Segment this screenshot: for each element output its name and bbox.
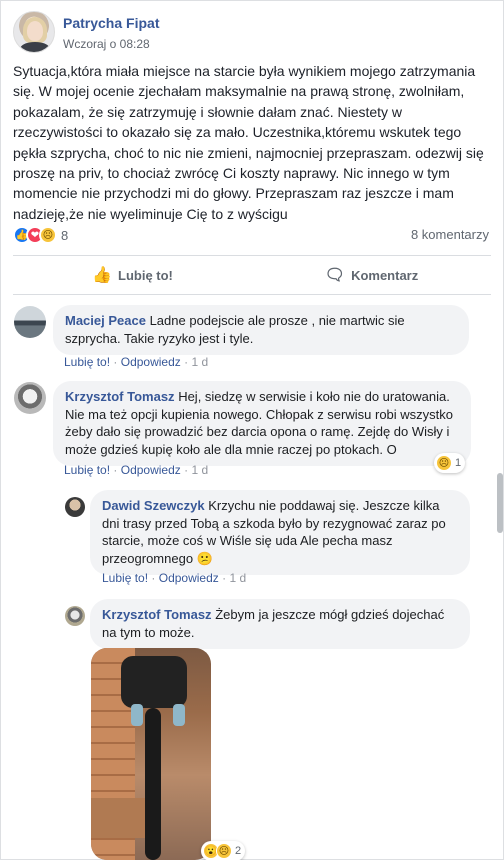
replier-avatar[interactable]	[65, 606, 85, 626]
commenter-name[interactable]: Maciej Peace	[65, 313, 146, 328]
photo-handlebar-bag	[121, 656, 187, 708]
comments-count-link[interactable]: 8 komentarzy	[411, 227, 489, 242]
comment-reactions[interactable]: ☹ 1	[434, 453, 466, 473]
scrollbar[interactable]	[497, 301, 503, 860]
reply-reactions[interactable]: 😮 ☹ 2	[201, 841, 246, 860]
photo-tire	[145, 708, 161, 860]
reply-like-link[interactable]: Lubię to!	[102, 571, 148, 585]
comment-button[interactable]: 🗨 Komentarz	[252, 256, 491, 294]
photo-bottle	[173, 704, 185, 726]
comment-time[interactable]: 1 d	[191, 355, 208, 369]
reaction-count: 8	[61, 227, 69, 243]
post-card: Patrycha Fipat Wczoraj o 08:28 Sytuacja,…	[0, 0, 504, 860]
photo-bottle	[131, 704, 143, 726]
comment-like-link[interactable]: Lubię to!	[64, 355, 110, 369]
reply-reply-link[interactable]: Odpowiedz	[159, 571, 219, 585]
separator-dot: ·	[113, 355, 121, 369]
comment-like-link[interactable]: Lubię to!	[64, 463, 110, 477]
separator-dot: ·	[151, 571, 159, 585]
comment-time[interactable]: 1 d	[191, 463, 208, 477]
separator-dot: ·	[113, 463, 121, 477]
commenter-name[interactable]: Krzysztof Tomasz	[65, 389, 175, 404]
comment-reply-link[interactable]: Odpowiedz	[121, 463, 181, 477]
reply-actions: Lubię to! · Odpowiedz · 1 d	[102, 571, 246, 585]
thumbs-up-icon: 👍	[92, 267, 113, 284]
scrollbar-thumb[interactable]	[497, 473, 503, 533]
post-timestamp[interactable]: Wczoraj o 08:28	[63, 37, 150, 51]
sad-face-icon: ☹	[436, 455, 452, 471]
post-reactions[interactable]: 👍 ❤ ☹ 8	[13, 225, 68, 245]
reply-bubble: Dawid Szewczyk Krzychu nie poddawaj się.…	[90, 490, 470, 575]
comment-bubble: Maciej Peace Ladne podejscie ale prosze …	[53, 305, 469, 355]
action-bar: 👍 Lubię to! 🗨 Komentarz	[13, 255, 491, 295]
commenter-avatar[interactable]	[14, 382, 46, 414]
like-button[interactable]: 👍 Lubię to!	[13, 256, 252, 294]
avatar-shirt	[20, 42, 50, 52]
author-name[interactable]: Patrycha Fipat	[63, 15, 159, 31]
comment-reply-link[interactable]: Odpowiedz	[121, 355, 181, 369]
comment-button-label: Komentarz	[351, 267, 419, 283]
avatar-face	[27, 21, 43, 41]
replier-avatar[interactable]	[65, 497, 85, 517]
reply-photo-bike[interactable]	[91, 648, 211, 860]
commenter-avatar[interactable]	[14, 306, 46, 338]
reply-reaction-count: 2	[235, 845, 242, 857]
comment-bubble: Krzysztof Tomasz Hej, siedzę w serwisie …	[53, 381, 471, 466]
photo-bench	[91, 798, 151, 838]
author-avatar[interactable]	[13, 11, 55, 53]
post-body-text: Sytuacja,która miała miejsce na starcie …	[13, 63, 484, 222]
replier-name[interactable]: Krzysztof Tomasz	[102, 607, 212, 622]
comment-reaction-count: 1	[455, 457, 462, 469]
reply-bubble: Krzysztof Tomasz Żebym ja jeszcze mógł g…	[90, 599, 470, 649]
comment-actions: Lubię to! · Odpowiedz · 1 d	[64, 355, 208, 369]
sad-face-icon: ☹	[39, 226, 57, 244]
like-button-label: Lubię to!	[118, 267, 173, 283]
speech-bubble-icon: 🗨	[324, 267, 346, 284]
replier-name[interactable]: Dawid Szewczyk	[102, 498, 205, 513]
comment-actions: Lubię to! · Odpowiedz · 1 d	[64, 463, 208, 477]
sad-face-icon: ☹	[216, 843, 232, 859]
reply-time[interactable]: 1 d	[229, 571, 246, 585]
